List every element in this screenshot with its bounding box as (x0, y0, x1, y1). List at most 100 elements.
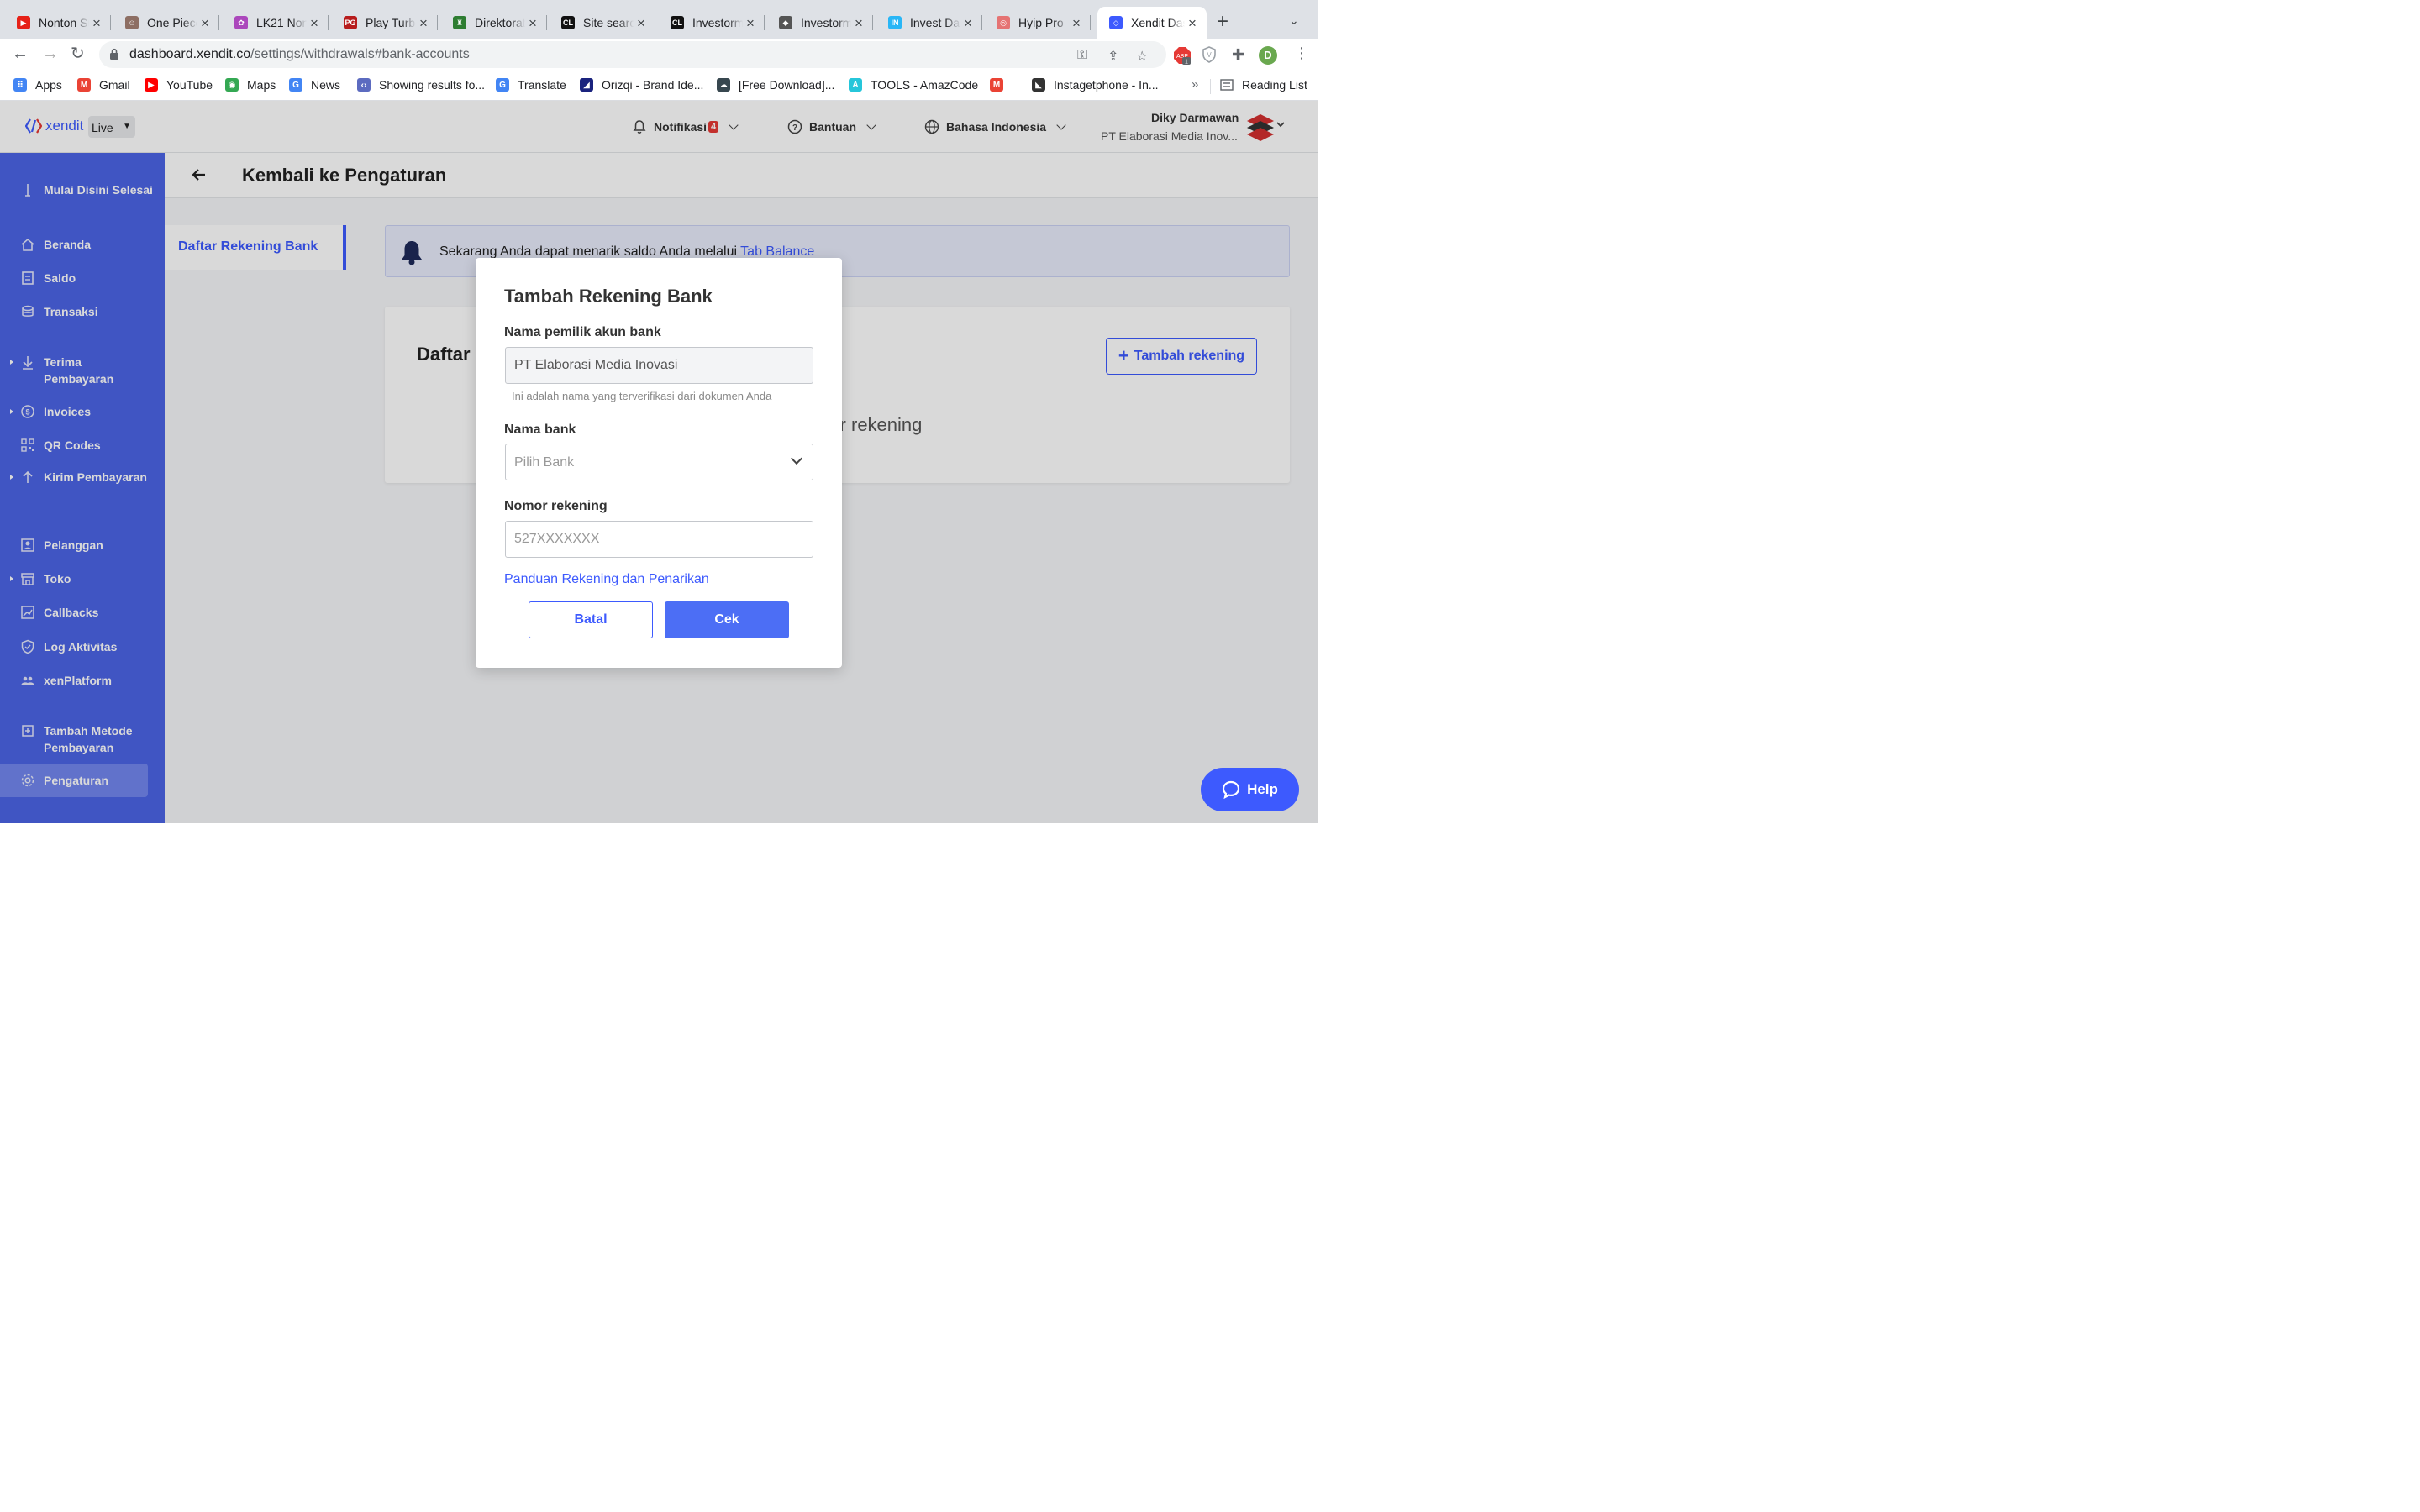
bank-select-placeholder: Pilih Bank (514, 455, 575, 470)
bookmark-label: TOOLS - AmazCode (871, 78, 979, 92)
tab-divider (437, 15, 438, 30)
tab-favicon-icon: ☺ (125, 16, 139, 29)
tab-divider (764, 15, 765, 30)
guide-link[interactable]: Panduan Rekening dan Penarikan (504, 572, 709, 587)
new-tab-button[interactable]: + (1217, 12, 1228, 32)
browser-tab[interactable]: ◇ Xendit Dashboard× (1097, 7, 1207, 39)
close-icon[interactable]: × (89, 16, 104, 30)
browser-tab[interactable]: CL Site search× (550, 7, 655, 39)
forward-icon[interactable]: → (42, 45, 59, 62)
svg-text:V: V (1207, 51, 1212, 59)
browser-tab[interactable]: IN Invest Dana× (876, 7, 982, 39)
lock-icon (110, 48, 118, 60)
back-icon[interactable]: ← (12, 45, 29, 62)
help-chat-button[interactable]: Help (1201, 768, 1299, 811)
svg-text:1: 1 (1185, 60, 1188, 66)
adblock-extension-icon[interactable]: ABP1 (1173, 46, 1192, 65)
bookmark-item[interactable]: ◣ Instagetphone - In... (1032, 78, 1159, 92)
tab-title: Investorm (801, 16, 851, 29)
tab-favicon-icon: ◎ (997, 16, 1010, 29)
tab-title: Nonton Sub Indo (39, 16, 89, 29)
reading-list-button[interactable]: Reading List (1220, 78, 1307, 92)
owner-name-label: Nama pemilik akun bank (504, 325, 661, 339)
check-button[interactable]: Cek (665, 601, 789, 638)
bookmark-favicon-icon: ◉ (225, 78, 239, 92)
tab-divider (218, 15, 219, 30)
key-icon[interactable]: ⚿ (1077, 48, 1087, 63)
tab-divider (981, 15, 982, 30)
bookmark-item[interactable]: ◉ Maps (225, 78, 276, 92)
bookmark-favicon-icon: ◣ (1032, 78, 1045, 92)
tab-title: Invest Dana (910, 16, 960, 29)
close-icon[interactable]: × (743, 16, 758, 30)
tab-title: Play Turbo (366, 16, 416, 29)
bookmark-item[interactable]: ⠿ Apps (13, 78, 62, 92)
bookmark-favicon-icon: G (496, 78, 509, 92)
close-icon[interactable]: × (307, 16, 322, 30)
browser-tab[interactable]: ◎ Hyip Pro × (985, 7, 1091, 39)
tab-favicon-icon: IN (888, 16, 902, 29)
browser-tab[interactable]: ☺ One Piece × (113, 7, 219, 39)
browser-tab[interactable]: ✿ LK21 Nonton× (223, 7, 329, 39)
close-icon[interactable]: × (634, 16, 649, 30)
bookmark-label: Translate (518, 78, 566, 92)
bookmark-item[interactable]: G Translate (496, 78, 566, 92)
reading-list-icon (1220, 79, 1234, 91)
browser-menu-icon[interactable]: ⋮ (1294, 45, 1309, 62)
browser-tab[interactable]: ▶ Nonton Sub Indo× (5, 7, 111, 39)
extensions-puzzle-icon[interactable]: ✚ (1232, 46, 1244, 64)
browser-tab[interactable]: PG Play Turbo× (332, 7, 438, 39)
star-icon[interactable]: ☆ (1136, 48, 1148, 65)
reading-list-label: Reading List (1242, 78, 1307, 92)
bookmark-label: Maps (247, 78, 276, 92)
bookmark-favicon-icon: ☁ (717, 78, 730, 92)
tab-favicon-icon: CL (561, 16, 575, 29)
owner-name-hint: Ini adalah nama yang terverifikasi dari … (512, 390, 772, 402)
tab-title: Investorm (692, 16, 743, 29)
add-bank-account-modal: Tambah Rekening Bank Nama pemilik akun b… (476, 258, 842, 668)
tab-title: Direktorat (475, 16, 525, 29)
bookmark-favicon-icon: A (849, 78, 862, 92)
close-icon[interactable]: × (197, 16, 213, 30)
shield-extension-icon[interactable]: V (1202, 46, 1217, 63)
bookmarks-more-icon[interactable]: » (1192, 77, 1198, 92)
browser-tab[interactable]: ♜ Direktorat × (441, 7, 547, 39)
bookmark-label: Instagetphone - In... (1054, 78, 1159, 92)
close-icon[interactable]: × (1185, 16, 1200, 30)
cancel-button[interactable]: Batal (529, 601, 653, 638)
browser-tab[interactable]: ◆ Investorm × (767, 7, 873, 39)
bookmark-item[interactable]: ‹› Showing results fo... (357, 78, 485, 92)
bookmark-item[interactable]: M (990, 78, 1012, 92)
bookmark-item[interactable]: M Gmail (77, 78, 130, 92)
close-icon[interactable]: × (851, 16, 866, 30)
bookmark-label: YouTube (166, 78, 213, 92)
profile-avatar[interactable]: D (1259, 46, 1277, 65)
bank-select[interactable]: Pilih Bank (505, 444, 813, 480)
bookmark-label: Gmail (99, 78, 130, 92)
share-icon[interactable]: ⇪ (1107, 48, 1118, 65)
url-text: dashboard.xendit.co/settings/withdrawals… (129, 47, 470, 61)
tab-title: Xendit Dashboard (1131, 16, 1185, 29)
close-icon[interactable]: × (960, 16, 976, 30)
close-icon[interactable]: × (1069, 16, 1084, 30)
reload-icon[interactable]: ↻ (71, 45, 85, 62)
tab-title: Site search (583, 16, 634, 29)
bookmark-item[interactable]: ☁ [Free Download]... (717, 78, 834, 92)
bookmark-item[interactable]: ◢ Orizqi - Brand Ide... (580, 78, 703, 92)
tab-title: One Piece (147, 16, 197, 29)
tab-divider (110, 15, 111, 30)
bookmark-item[interactable]: A TOOLS - AmazCode (849, 78, 978, 92)
owner-name-field[interactable] (505, 347, 813, 384)
bookmark-label: Showing results fo... (379, 78, 486, 92)
bookmark-favicon-icon: ‹› (357, 78, 371, 92)
bookmark-item[interactable]: G News (289, 78, 340, 92)
browser-tab[interactable]: CL Investorm × (659, 7, 765, 39)
bookmark-favicon-icon: M (990, 78, 1003, 92)
account-number-input[interactable] (505, 521, 813, 558)
address-bar[interactable]: dashboard.xendit.co/settings/withdrawals… (99, 41, 1166, 68)
bookmark-favicon-icon: G (289, 78, 302, 92)
close-icon[interactable]: × (416, 16, 431, 30)
close-icon[interactable]: × (525, 16, 540, 30)
tab-search-chevron-icon[interactable]: ⌄ (1289, 13, 1299, 28)
bookmark-item[interactable]: ▶ YouTube (145, 78, 213, 92)
